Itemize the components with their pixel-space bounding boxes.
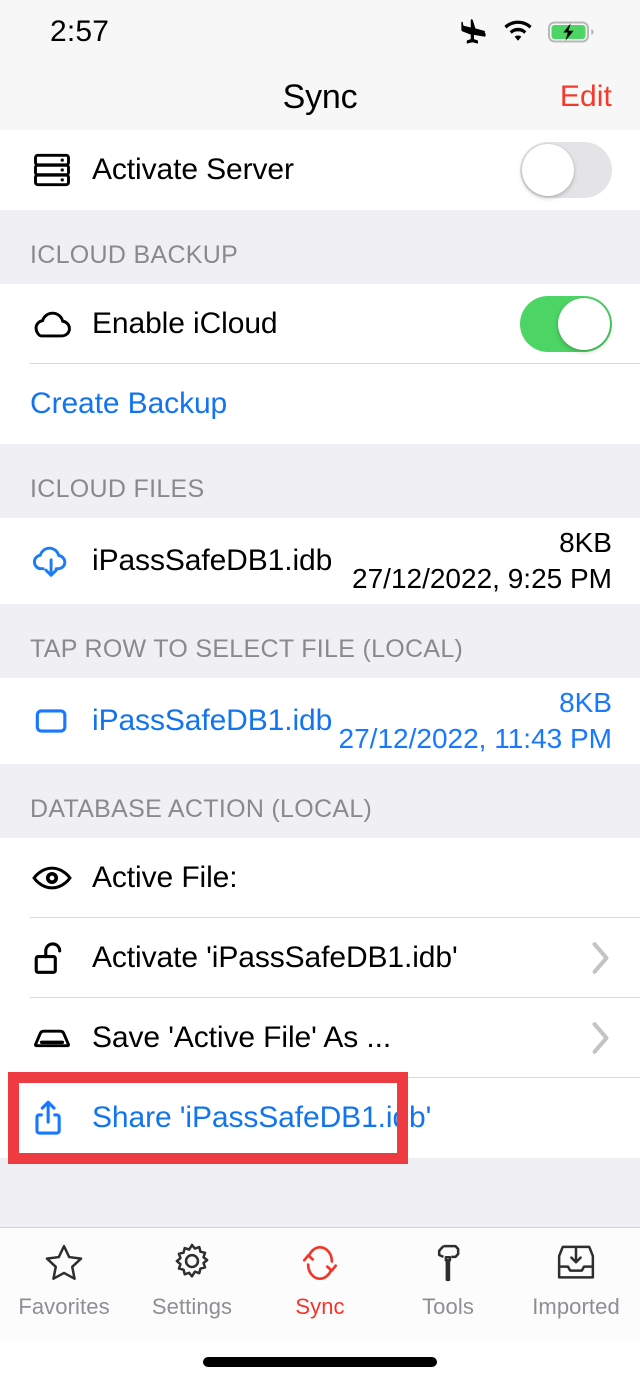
inbox-download-icon <box>553 1238 599 1288</box>
edit-button[interactable]: Edit <box>560 80 612 114</box>
row-label-activate-database: Activate 'iPassSafeDB1.idb' <box>92 941 458 974</box>
status-bar: 2:57 <box>0 0 640 64</box>
local-file-meta: 8KB 27/12/2022, 11:43 PM <box>339 685 612 757</box>
share-icon <box>30 1096 84 1140</box>
icloud-file-size: 8KB <box>559 527 612 558</box>
section-header-icloud-backup: ICLOUD BACKUP <box>0 210 640 284</box>
settings-list[interactable]: Activate Server ICLOUD BACKUP Enable iCl… <box>0 130 640 1227</box>
row-icloud-file[interactable]: iPassSafeDB1.idb 8KB 27/12/2022, 9:25 PM <box>0 518 640 604</box>
gear-icon <box>169 1238 215 1288</box>
hard-drive-icon <box>30 1016 84 1060</box>
section-header-database-action: DATABASE ACTION (LOCAL) <box>0 764 640 838</box>
row-label-enable-icloud: Enable iCloud <box>92 307 278 340</box>
row-label-local-file: iPassSafeDB1.idb <box>92 704 333 737</box>
cloud-icon <box>30 302 84 346</box>
local-file-size: 8KB <box>559 687 612 718</box>
database-action-group: Active File: Activate 'iPassSafeDB1.idb' <box>0 838 640 1158</box>
row-label-active-file: Active File: <box>92 861 238 894</box>
app-screen: 2:57 Sync Edit Activate Server ICLOUD BA… <box>0 0 640 1385</box>
status-icons <box>458 17 596 47</box>
tab-bar: Favorites Settings Sync Tools Imported <box>0 1227 640 1339</box>
status-time: 2:57 <box>50 15 110 48</box>
sync-circular-arrows-icon <box>297 1238 343 1288</box>
tab-label-tools: Tools <box>422 1294 474 1319</box>
section-header-local-files: TAP ROW TO SELECT FILE (LOCAL) <box>0 604 640 678</box>
row-label-icloud-file: iPassSafeDB1.idb <box>92 544 333 577</box>
tab-label-favorites: Favorites <box>18 1294 110 1319</box>
row-activate-server[interactable]: Activate Server <box>0 130 640 210</box>
icloud-file-date: 27/12/2022, 9:25 PM <box>352 563 612 594</box>
toggle-knob <box>558 298 610 350</box>
nav-bar: Sync Edit <box>0 64 640 130</box>
battery-charging-icon <box>548 20 596 44</box>
wifi-icon <box>502 20 534 44</box>
local-file-date: 27/12/2022, 11:43 PM <box>338 723 612 754</box>
tab-favorites[interactable]: Favorites <box>0 1238 128 1320</box>
icloud-backup-group: Enable iCloud Create Backup <box>0 284 640 444</box>
cloud-download-icon <box>30 539 84 583</box>
tab-sync[interactable]: Sync <box>256 1238 384 1320</box>
chevron-right-icon <box>590 939 612 977</box>
checkbox-unchecked-icon[interactable] <box>30 699 84 743</box>
row-activate-database[interactable]: Activate 'iPassSafeDB1.idb' <box>0 918 640 998</box>
home-indicator <box>203 1357 437 1367</box>
tab-imported[interactable]: Imported <box>512 1238 640 1320</box>
chevron-right-icon <box>590 1019 612 1057</box>
row-active-file[interactable]: Active File: <box>0 838 640 918</box>
star-icon <box>41 1238 87 1288</box>
home-indicator-area <box>0 1339 640 1385</box>
hammer-icon <box>425 1238 471 1288</box>
tab-label-imported: Imported <box>532 1294 620 1319</box>
toggle-knob <box>522 144 574 196</box>
page-title: Sync <box>282 77 358 116</box>
server-group: Activate Server <box>0 130 640 210</box>
share-database-button[interactable]: Share 'iPassSafeDB1.idb' <box>84 1101 612 1135</box>
activate-server-toggle[interactable] <box>520 142 612 198</box>
server-rack-icon <box>30 148 84 192</box>
create-backup-button[interactable]: Create Backup <box>30 387 612 421</box>
unlock-icon <box>30 936 84 980</box>
icloud-file-meta: 8KB 27/12/2022, 9:25 PM <box>352 525 612 597</box>
enable-icloud-toggle[interactable] <box>520 296 612 352</box>
airplane-mode-icon <box>458 17 488 47</box>
row-share-database[interactable]: Share 'iPassSafeDB1.idb' <box>0 1078 640 1158</box>
row-label-save-active-file-as: Save 'Active File' As ... <box>92 1021 392 1054</box>
tab-label-sync: Sync <box>295 1294 345 1319</box>
row-enable-icloud[interactable]: Enable iCloud <box>0 284 640 364</box>
row-save-active-file-as[interactable]: Save 'Active File' As ... <box>0 998 640 1078</box>
tab-label-settings: Settings <box>151 1294 233 1319</box>
row-create-backup[interactable]: Create Backup <box>0 364 640 444</box>
row-label-activate-server: Activate Server <box>92 153 294 186</box>
tab-tools[interactable]: Tools <box>384 1238 512 1320</box>
tab-settings[interactable]: Settings <box>128 1238 256 1320</box>
eye-icon <box>30 856 84 900</box>
row-local-file[interactable]: iPassSafeDB1.idb 8KB 27/12/2022, 11:43 P… <box>0 678 640 764</box>
icloud-files-group: iPassSafeDB1.idb 8KB 27/12/2022, 9:25 PM <box>0 518 640 604</box>
local-files-group: iPassSafeDB1.idb 8KB 27/12/2022, 11:43 P… <box>0 678 640 764</box>
section-header-icloud-files: ICLOUD FILES <box>0 444 640 518</box>
